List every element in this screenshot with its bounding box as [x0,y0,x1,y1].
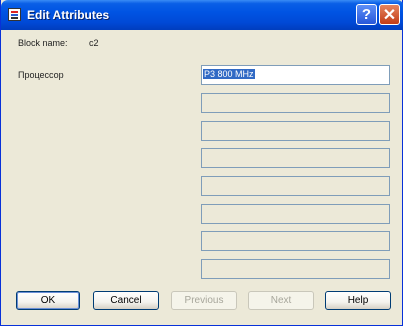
attribute-field-6[interactable] [201,204,390,224]
attribute-field-5[interactable] [201,176,390,196]
attribute-field-2[interactable] [201,93,390,113]
attribute-field-1[interactable]: P3 800 MHz [201,65,390,85]
attribute-field-3[interactable] [201,121,390,141]
attribute-label-1: Процессор [18,70,64,80]
attribute-field-4[interactable] [201,148,390,168]
next-button[interactable]: Next [248,291,314,310]
close-icon[interactable]: ✕ [379,4,400,25]
block-name-label: Block name: [18,38,68,48]
cancel-button[interactable]: Cancel [93,291,159,310]
window-title: Edit Attributes [27,8,110,22]
block-name-value: c2 [89,38,99,48]
attribute-field-7[interactable] [201,231,390,251]
app-icon [8,8,21,21]
edit-attributes-dialog: Edit Attributes ? ✕ Block name: c2 Проце… [0,0,403,326]
title-bar[interactable]: Edit Attributes ? ✕ [1,0,403,30]
ok-button[interactable]: OK [16,291,80,310]
help-button[interactable]: Help [325,291,391,310]
attribute-field-8[interactable] [201,259,390,279]
attribute-value-1: P3 800 MHz [203,69,255,79]
previous-button[interactable]: Previous [171,291,237,310]
help-icon[interactable]: ? [356,4,377,25]
